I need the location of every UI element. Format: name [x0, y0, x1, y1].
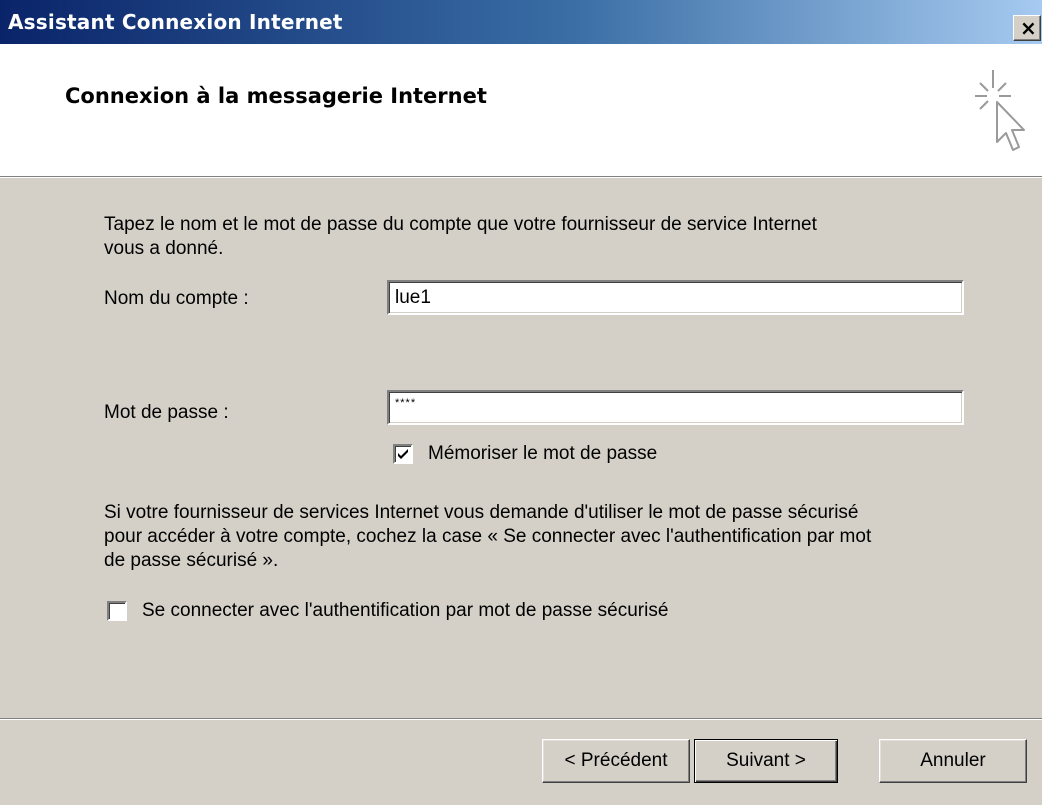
intro-text-line-2: vous a donné.	[104, 238, 224, 259]
cancel-button[interactable]: Annuler	[879, 739, 1027, 783]
remember-password-label[interactable]: Mémoriser le mot de passe	[428, 443, 657, 465]
wizard-pointer-icon	[975, 70, 1025, 151]
password-label: Mot de passe :	[104, 402, 229, 423]
secure-password-auth-label[interactable]: Se connecter avec l'authentification par…	[142, 600, 668, 622]
account-name-input[interactable]: lue1	[387, 280, 964, 315]
back-button[interactable]: < Précédent	[542, 739, 690, 783]
checkmark-icon	[398, 449, 408, 459]
next-button[interactable]: Suivant >	[694, 739, 838, 783]
close-icon: ×	[1020, 16, 1037, 40]
footer-separator	[0, 718, 1042, 720]
account-name-label: Nom du compte :	[104, 288, 249, 309]
spa-note-line-3: de passe sécurisé ».	[104, 550, 279, 571]
window-title: Assistant Connexion Internet	[8, 10, 343, 34]
remember-password-checkbox[interactable]	[393, 444, 413, 464]
spa-note-line-1: Si votre fournisseur de services Interne…	[104, 502, 859, 523]
intro-text-line-1: Tapez le nom et le mot de passe du compt…	[104, 214, 817, 235]
password-input[interactable]: ****	[387, 390, 964, 425]
wizard-header: Connexion à la messagerie Internet	[0, 44, 1042, 176]
page-title: Connexion à la messagerie Internet	[65, 84, 487, 108]
secure-password-auth-checkbox[interactable]	[107, 601, 127, 621]
header-separator	[0, 176, 1042, 178]
spa-note-line-2: pour accéder à votre compte, cochez la c…	[104, 526, 872, 547]
title-bar: Assistant Connexion Internet ×	[0, 0, 1042, 44]
close-button[interactable]: ×	[1013, 15, 1041, 41]
